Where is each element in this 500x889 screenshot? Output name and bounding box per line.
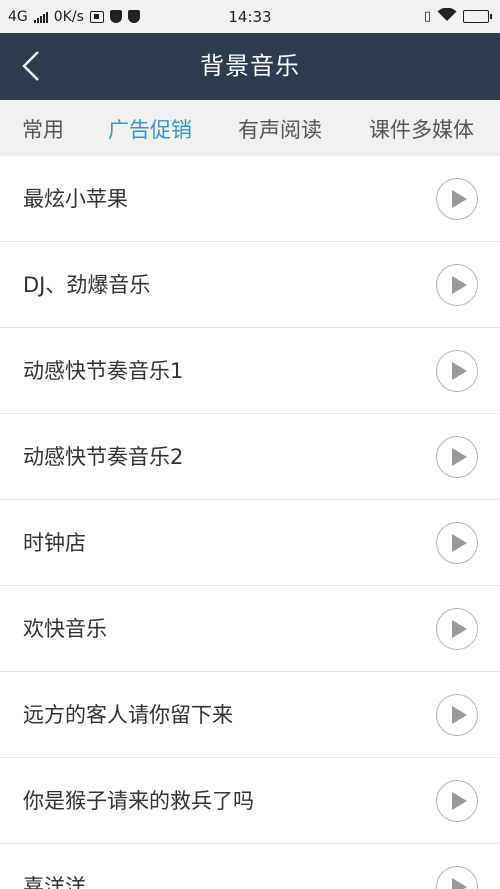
list-item[interactable]: 欢快音乐 xyxy=(0,586,500,672)
list-item[interactable]: 喜洋洋 xyxy=(0,844,500,889)
list-item[interactable]: 动感快节奏音乐1 xyxy=(0,328,500,414)
play-icon xyxy=(451,878,467,889)
play-icon xyxy=(451,792,467,810)
music-list: 最炫小苹果 DJ、劲爆音乐 动感快节奏音乐1 动感快节奏音乐2 时钟店 欢快音乐… xyxy=(0,156,500,889)
list-item[interactable]: 你是猴子请来的救兵了吗 xyxy=(0,758,500,844)
play-button[interactable] xyxy=(436,264,478,306)
play-button[interactable] xyxy=(436,866,478,889)
track-label: 喜洋洋 xyxy=(23,875,86,889)
play-button[interactable] xyxy=(436,350,478,392)
page-title: 背景音乐 xyxy=(200,52,300,80)
network-speed: 0K/s xyxy=(53,8,84,25)
tab-common[interactable]: 常用 xyxy=(22,114,64,144)
vibrate-icon: ▯ xyxy=(423,9,431,24)
track-label: 最炫小苹果 xyxy=(23,187,128,211)
play-button[interactable] xyxy=(436,522,478,564)
tab-bar: 常用 广告促销 有声阅读 课件多媒体 xyxy=(0,100,500,156)
list-item[interactable]: 远方的客人请你留下来 xyxy=(0,672,500,758)
security-icon xyxy=(127,10,140,23)
track-label: 欢快音乐 xyxy=(23,617,107,641)
list-item[interactable]: DJ、劲爆音乐 xyxy=(0,242,500,328)
tab-audio-reading[interactable]: 有声阅读 xyxy=(238,114,322,144)
play-icon xyxy=(451,362,467,380)
tab-ad-promotion[interactable]: 广告促销 xyxy=(108,114,192,144)
status-bar: 4G 0K/s 14:33 ▯ xyxy=(0,0,500,33)
tab-courseware-multimedia[interactable]: 课件多媒体 xyxy=(369,114,474,144)
list-item[interactable]: 最炫小苹果 xyxy=(0,156,500,242)
nav-bar: 背景音乐 xyxy=(0,33,500,100)
status-right: ▯ xyxy=(423,7,492,26)
play-icon xyxy=(451,276,467,294)
screenshot-icon xyxy=(89,10,104,23)
track-label: DJ、劲爆音乐 xyxy=(23,273,151,297)
network-type: 4G xyxy=(8,8,28,25)
play-icon xyxy=(451,448,467,466)
status-left: 4G 0K/s xyxy=(8,9,140,25)
track-label: 时钟店 xyxy=(23,531,86,555)
play-button[interactable] xyxy=(436,780,478,822)
wifi-icon xyxy=(437,7,457,26)
play-icon xyxy=(451,706,467,724)
play-button[interactable] xyxy=(436,608,478,650)
track-label: 动感快节奏音乐1 xyxy=(23,359,184,383)
shield-icon xyxy=(109,10,122,23)
track-label: 远方的客人请你留下来 xyxy=(23,703,233,727)
play-button[interactable] xyxy=(436,178,478,220)
play-button[interactable] xyxy=(436,436,478,478)
play-button[interactable] xyxy=(436,694,478,736)
play-icon xyxy=(451,190,467,208)
play-icon xyxy=(451,620,467,638)
list-item[interactable]: 时钟店 xyxy=(0,500,500,586)
play-icon xyxy=(451,534,467,552)
signal-icon xyxy=(33,11,48,23)
list-item[interactable]: 动感快节奏音乐2 xyxy=(0,414,500,500)
track-label: 你是猴子请来的救兵了吗 xyxy=(23,789,254,813)
battery-icon xyxy=(463,10,492,23)
track-label: 动感快节奏音乐2 xyxy=(23,445,184,469)
